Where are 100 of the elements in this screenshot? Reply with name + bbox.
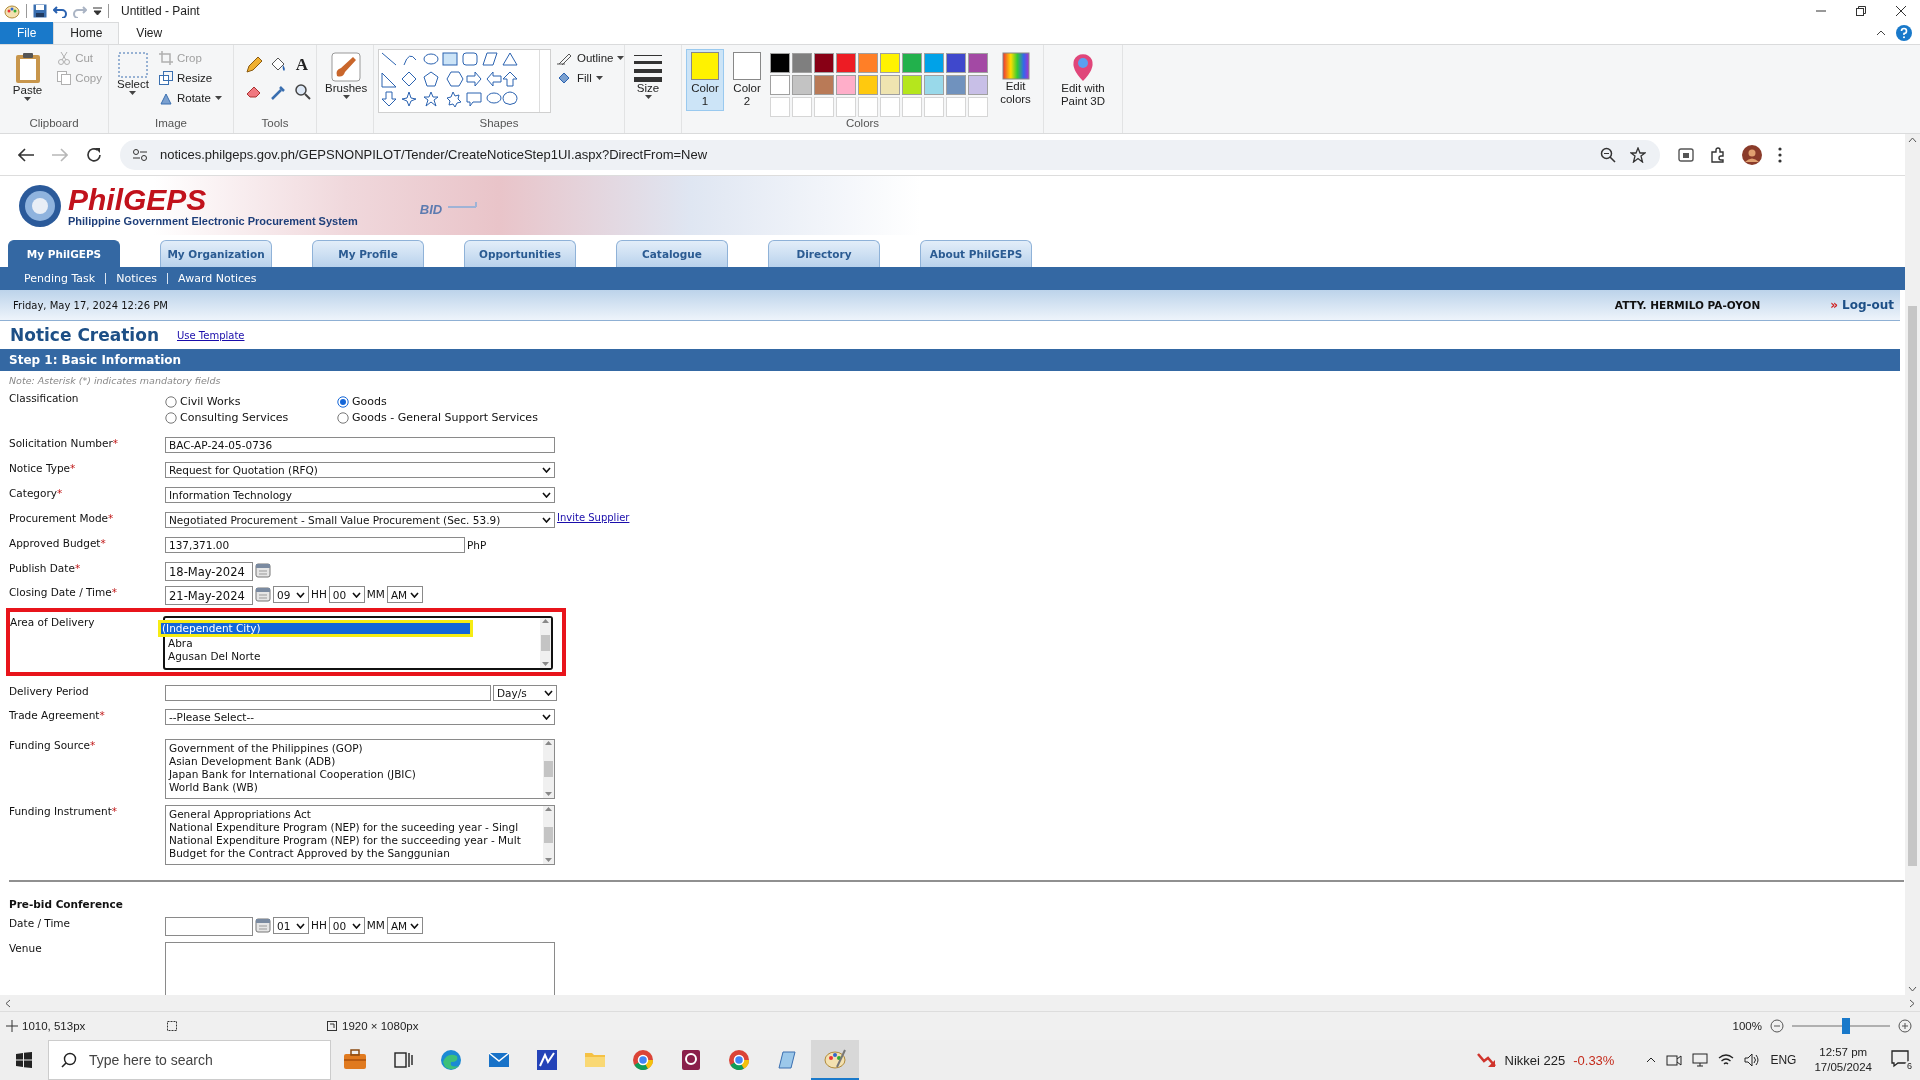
palette-swatch[interactable] (968, 75, 989, 95)
search-field[interactable]: Type here to search (48, 1040, 331, 1080)
palette-swatch[interactable] (924, 75, 945, 95)
puzzle-icon[interactable] (1710, 146, 1726, 163)
paint-3d-button[interactable]: Edit with Paint 3D (1048, 49, 1118, 111)
palette-swatch[interactable] (924, 53, 945, 73)
palette-swatch[interactable] (814, 75, 835, 95)
redo-icon[interactable] (73, 3, 87, 18)
magnifier-icon[interactable] (293, 82, 311, 100)
back-icon[interactable] (18, 147, 34, 162)
list-option[interactable]: Agusan Del Norte (167, 650, 540, 663)
nav-tab[interactable]: Directory (768, 240, 880, 267)
pencil-icon[interactable] (245, 56, 263, 74)
palette-swatch[interactable] (814, 53, 835, 73)
taskbar-button[interactable] (811, 1040, 859, 1080)
scroll-down-icon[interactable] (544, 791, 553, 798)
menu-icon[interactable] (1778, 146, 1782, 163)
palette-swatch[interactable] (880, 75, 901, 95)
scrollbar[interactable] (543, 806, 554, 864)
palette-swatch[interactable] (880, 53, 901, 73)
wifi-icon[interactable] (1718, 1053, 1735, 1067)
palette-swatch[interactable] (902, 53, 923, 73)
scroll-up-icon[interactable] (541, 618, 550, 625)
dropdown[interactable]: Day/s (493, 685, 557, 701)
slider-thumb[interactable] (1841, 1018, 1850, 1034)
color-button[interactable]: Color 2 (728, 49, 767, 111)
speaker-icon[interactable] (1744, 1053, 1761, 1067)
dropdown[interactable]: Request for Quotation (RFQ) (165, 462, 555, 478)
site-info-icon[interactable] (132, 147, 148, 162)
list-option[interactable]: Budget for the Contract Approved by the Sanggunian (168, 847, 543, 860)
nav-tab[interactable]: My Profile (312, 240, 424, 267)
meet-icon[interactable] (1666, 1053, 1683, 1067)
dropdown[interactable]: AM (386, 586, 423, 603)
menu-tab[interactable]: View (119, 21, 180, 44)
help-icon[interactable] (1896, 24, 1912, 41)
text-tool[interactable]: A (292, 55, 312, 75)
scroll-thumb[interactable] (1908, 306, 1917, 866)
date-field[interactable]: 21-May-2024 (165, 586, 253, 605)
palette-swatch[interactable] (770, 75, 791, 95)
zoom-in-icon[interactable] (1898, 1019, 1912, 1033)
subnav-link[interactable]: Notices (116, 272, 158, 285)
radio-button[interactable] (165, 411, 177, 424)
calendar-icon[interactable] (255, 562, 271, 578)
restore-icon[interactable] (1856, 5, 1866, 16)
scrollbar[interactable] (543, 740, 554, 798)
size-button[interactable]: Size (629, 49, 667, 102)
scroll-down-icon[interactable] (541, 661, 550, 668)
paint-palette-icon[interactable] (4, 2, 20, 19)
calendar-icon[interactable] (255, 917, 271, 933)
list-option[interactable]: Asian Development Bank (ADB) (168, 755, 543, 768)
list-option[interactable]: National Expenditure Program (NEP) for the succeeding year - Mult (168, 834, 543, 847)
scroll-up-icon[interactable] (544, 740, 553, 747)
palette-swatch[interactable] (792, 75, 813, 95)
nav-tab[interactable]: Catalogue (616, 240, 728, 267)
outline-button[interactable]: Outline (555, 49, 627, 67)
reload-icon[interactable] (86, 146, 102, 163)
scroll-right-icon[interactable] (1908, 998, 1916, 1008)
bookmark-star-icon[interactable] (1630, 146, 1646, 163)
scrollbar[interactable] (540, 618, 551, 668)
scroll-thumb[interactable] (544, 827, 553, 843)
clock[interactable]: 12:57 pm 17/05/2024 (1814, 1045, 1872, 1075)
scroll-up-icon[interactable] (544, 806, 553, 813)
dropdown[interactable]: 00 (328, 586, 365, 603)
subnav-link[interactable]: Award Notices (178, 272, 257, 285)
template-link[interactable]: Use Template (177, 329, 245, 341)
collapse-caret-icon[interactable] (1876, 29, 1886, 36)
radio-option[interactable]: Goods (337, 395, 577, 408)
undo-icon[interactable] (53, 3, 67, 18)
stock-ticker[interactable]: Nikkei 225 -0.33% (1476, 1051, 1615, 1069)
dropdown[interactable]: AM (386, 917, 423, 934)
extension-icon[interactable] (1678, 146, 1694, 163)
list-option[interactable]: Government of the Philippines (GOP) (168, 742, 543, 755)
windows-start-icon[interactable] (16, 1052, 32, 1068)
dropdown[interactable]: Information Technology (165, 487, 555, 503)
rotate-button[interactable]: Rotate (156, 89, 224, 107)
list-option[interactable]: (Independent City) (158, 620, 473, 637)
save-icon[interactable] (33, 3, 47, 18)
palette-swatch[interactable] (836, 53, 857, 73)
scroll-thumb[interactable] (544, 761, 553, 777)
tray-caret-icon[interactable] (1646, 1057, 1657, 1063)
palette-swatch[interactable] (968, 53, 989, 73)
radio-button[interactable] (337, 395, 349, 408)
edit-colors-button[interactable]: Edit colors (992, 49, 1039, 109)
calendar-icon[interactable] (255, 586, 271, 602)
radio-option[interactable]: Civil Works (165, 395, 337, 408)
dropdown[interactable]: --Please Select-- (165, 709, 555, 725)
zoom-icon[interactable] (1600, 146, 1616, 163)
date-field[interactable]: 18-May-2024 (165, 562, 253, 581)
language-indicator[interactable]: ENG (1770, 1053, 1797, 1067)
subnav-link[interactable]: Pending Task (24, 272, 96, 285)
scroll-thumb[interactable] (541, 635, 550, 651)
scrollbar[interactable] (1905, 134, 1920, 995)
palette-swatch[interactable] (792, 53, 813, 73)
scrollbar[interactable] (0, 995, 1920, 1012)
palette-swatch[interactable] (902, 75, 923, 95)
fill-button[interactable]: Fill (555, 69, 627, 87)
radio-option[interactable]: Goods - General Support Services (337, 411, 577, 424)
brushes-button[interactable]: Brushes (321, 49, 372, 102)
text-field[interactable] (165, 685, 491, 701)
resize-button[interactable]: Resize (156, 69, 224, 87)
